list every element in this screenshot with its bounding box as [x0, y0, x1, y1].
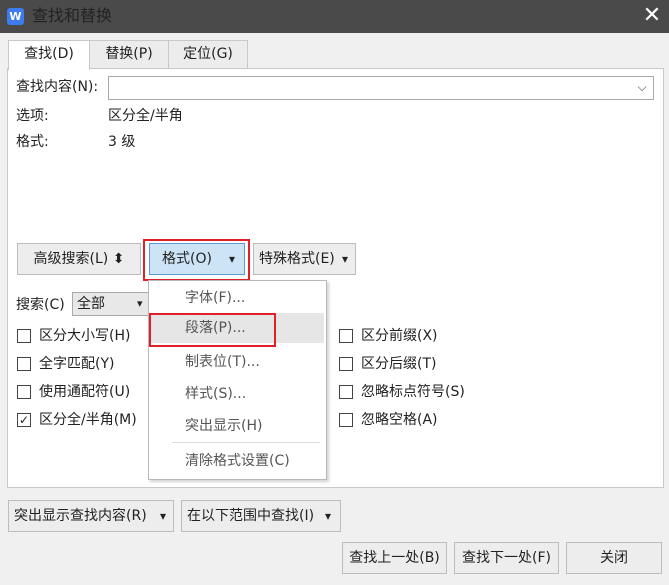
menu-item-tabs[interactable]: 制表位(T)... — [149, 347, 324, 377]
format-value: 3 级 — [108, 134, 136, 150]
find-next-button[interactable]: 查找下一处(F) — [454, 542, 559, 574]
menu-divider — [172, 442, 320, 443]
special-format-label: 特殊格式(E) — [259, 251, 335, 267]
window-title: 查找和替换 — [32, 6, 113, 25]
checkbox-match-prefix[interactable] — [339, 329, 353, 343]
checkbox-wildcards[interactable] — [17, 385, 31, 399]
checkbox-match-case[interactable] — [17, 329, 31, 343]
find-previous-button[interactable]: 查找上一处(B) — [342, 542, 447, 574]
search-scope-value: 全部 — [77, 296, 105, 312]
app-icon: W — [7, 8, 24, 25]
close-button[interactable]: 关闭 — [566, 542, 662, 574]
checkbox-label: 区分后缀(T) — [361, 356, 437, 372]
checkbox-match-suffix[interactable] — [339, 357, 353, 371]
chevron-down-icon: ▾ — [160, 509, 167, 523]
format-button-label: 格式(O) — [162, 251, 212, 267]
tab-replace[interactable]: 替换(P) — [89, 40, 169, 68]
tab-goto[interactable]: 定位(G) — [168, 40, 248, 68]
highlight-results-button[interactable]: 突出显示查找内容(R) ▾ — [8, 500, 174, 532]
special-format-button[interactable]: 特殊格式(E) ▾ — [253, 243, 356, 275]
checkbox-ignore-punctuation[interactable] — [339, 385, 353, 399]
tab-find[interactable]: 查找(D) — [8, 40, 90, 70]
find-in-button[interactable]: 在以下范围中查找(I) ▾ — [181, 500, 341, 532]
find-in-label: 在以下范围中查找(I) — [187, 508, 315, 524]
find-input[interactable] — [108, 76, 654, 100]
format-dropdown-icon: ▾ — [229, 252, 236, 266]
menu-item-clear-format[interactable]: 清除格式设置(C) — [149, 446, 324, 476]
highlight-results-label: 突出显示查找内容(R) — [14, 508, 147, 524]
checkbox-full-half-width[interactable]: ✓ — [17, 413, 31, 427]
chevron-down-icon[interactable]: ⌵ — [634, 78, 650, 96]
options-label: 选项: — [16, 108, 49, 124]
menu-item-font[interactable]: 字体(F)... — [149, 283, 324, 313]
find-label: 查找内容(N): — [16, 79, 99, 95]
checkbox-label: 区分前缀(X) — [361, 328, 438, 344]
close-icon[interactable]: ✕ — [640, 3, 664, 29]
checkbox-label: 忽略标点符号(S) — [361, 384, 465, 400]
checkbox-label: 区分大小写(H) — [39, 328, 131, 344]
special-dropdown-icon: ▾ — [342, 252, 349, 266]
checkbox-label: 忽略空格(A) — [361, 412, 438, 428]
checkbox-label: 区分全/半角(M) — [39, 412, 137, 428]
checkbox-label: 使用通配符(U) — [39, 384, 131, 400]
search-label: 搜索(C) — [16, 297, 65, 313]
search-scope-select[interactable]: 全部 ▾ — [72, 292, 150, 316]
menu-item-highlight[interactable]: 突出显示(H) — [149, 411, 324, 441]
chevron-down-icon: ▾ — [325, 509, 332, 523]
checkbox-label: 全字匹配(Y) — [39, 356, 115, 372]
advanced-search-button[interactable]: 高级搜索(L) ⬍ — [17, 243, 141, 275]
checkbox-whole-word[interactable] — [17, 357, 31, 371]
format-label: 格式: — [16, 134, 49, 150]
check-icon: ✓ — [18, 413, 30, 427]
paragraph-highlight-frame — [149, 313, 276, 347]
menu-item-style[interactable]: 样式(S)... — [149, 379, 324, 409]
checkbox-ignore-space[interactable] — [339, 413, 353, 427]
chevron-down-icon: ▾ — [137, 297, 143, 310]
options-value: 区分全/半角 — [108, 108, 183, 124]
